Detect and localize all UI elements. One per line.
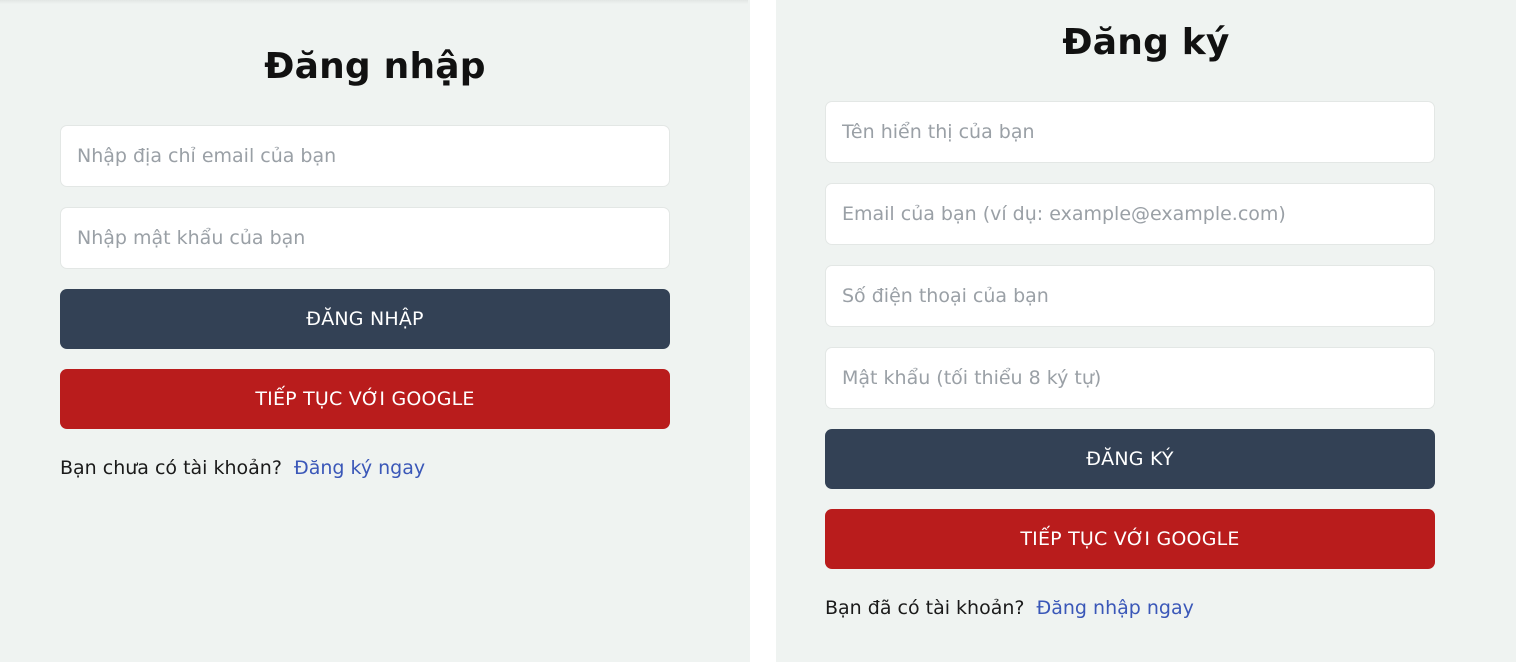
register-title: Đăng ký: [1062, 22, 1230, 63]
register-email-input[interactable]: [825, 183, 1435, 245]
login-footer-text: Bạn chưa có tài khoản?: [60, 457, 282, 479]
register-phone-input[interactable]: [825, 265, 1435, 327]
register-name-input[interactable]: [825, 101, 1435, 163]
login-password-input[interactable]: [60, 207, 670, 269]
login-now-link[interactable]: Đăng nhập ngay: [1037, 597, 1194, 619]
login-panel: Đăng nhập ĐĂNG NHẬP TIẾP TỤC VỚI GOOGLE …: [0, 0, 750, 662]
register-footer-text: Bạn đã có tài khoản?: [825, 597, 1025, 619]
login-google-button[interactable]: TIẾP TỤC VỚI GOOGLE: [60, 369, 670, 429]
login-button[interactable]: ĐĂNG NHẬP: [60, 289, 670, 349]
register-button[interactable]: ĐĂNG KÝ: [825, 429, 1435, 489]
register-google-button[interactable]: TIẾP TỤC VỚI GOOGLE: [825, 509, 1435, 569]
login-email-input[interactable]: [60, 125, 670, 187]
register-password-input[interactable]: [825, 347, 1435, 409]
register-now-link[interactable]: Đăng ký ngay: [294, 457, 425, 479]
register-footer: Bạn đã có tài khoản? Đăng nhập ngay: [825, 597, 1194, 619]
login-footer: Bạn chưa có tài khoản? Đăng ký ngay: [60, 457, 425, 479]
register-panel: Đăng ký ĐĂNG KÝ TIẾP TỤC VỚI GOOGLE Bạn …: [776, 0, 1516, 662]
login-title: Đăng nhập: [264, 46, 486, 87]
